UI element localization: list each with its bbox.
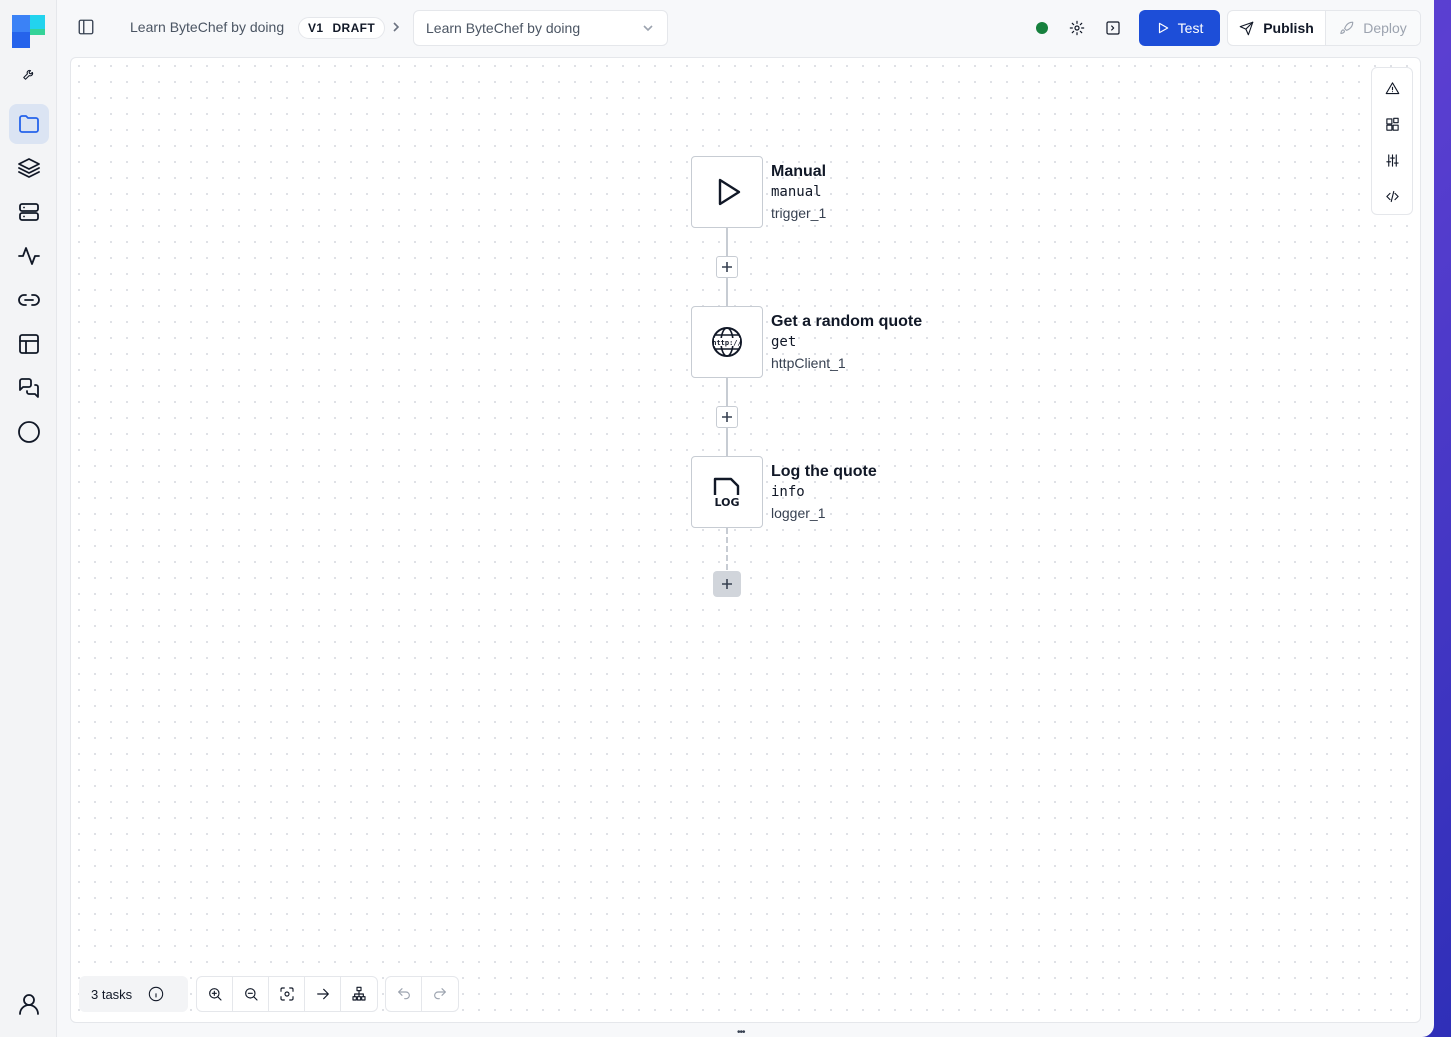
node-label: Log the quote info logger_1: [771, 462, 877, 524]
edge-line: [726, 278, 728, 307]
info-icon: [148, 986, 164, 1002]
plus-icon: [722, 412, 732, 422]
tasks-label: 3 tasks: [91, 986, 133, 1002]
node-id: logger_1: [771, 505, 826, 521]
workflow-node-http[interactable]: http://: [691, 306, 763, 378]
zoom-toolbar: [196, 976, 378, 1012]
node-operation: info: [771, 484, 805, 500]
status-label: DRAFT: [332, 21, 376, 35]
toggle-sidebar-icon[interactable]: [77, 18, 97, 38]
workflow-node-logger[interactable]: LOG: [691, 456, 763, 528]
left-nav-rail: [0, 0, 57, 1037]
chevron-right-icon: [390, 20, 402, 34]
tasks-counter[interactable]: 3 tasks: [79, 976, 188, 1012]
layers-icon[interactable]: [9, 148, 49, 188]
edge-line: [726, 428, 728, 457]
bytechef-logo[interactable]: [12, 15, 45, 48]
node-id: httpClient_1: [771, 355, 846, 371]
wrench-icon[interactable]: [9, 54, 49, 94]
canvas-side-toolbar: [1371, 67, 1413, 215]
terminal-panel-icon[interactable]: [1103, 18, 1123, 38]
test-button[interactable]: Test: [1139, 10, 1220, 46]
fit-view-icon[interactable]: [269, 977, 305, 1011]
play-icon: [1158, 22, 1168, 34]
breadcrumb-project[interactable]: Learn ByteChef by doing: [130, 19, 284, 35]
play-icon: [718, 178, 741, 206]
workflow-select-value: Learn ByteChef by doing: [426, 20, 581, 36]
folder-icon[interactable]: [9, 104, 49, 144]
table-icon[interactable]: [9, 324, 49, 364]
rocket-icon: [1340, 21, 1354, 34]
add-node-button[interactable]: [716, 256, 738, 278]
sliders-icon[interactable]: [1382, 150, 1402, 170]
node-label: Manual manual trigger_1: [771, 162, 826, 224]
user-icon[interactable]: [9, 984, 49, 1024]
node-id: trigger_1: [771, 205, 827, 221]
chevron-down-icon: [643, 25, 653, 32]
history-toolbar: [385, 976, 459, 1012]
zoom-out-icon[interactable]: [233, 977, 269, 1011]
undo-icon[interactable]: [386, 977, 422, 1011]
deploy-label: Deploy: [1363, 20, 1407, 36]
http-globe-icon: http://: [712, 327, 742, 357]
publish-deploy-group: Publish Deploy: [1227, 10, 1421, 46]
redo-icon[interactable]: [422, 977, 458, 1011]
node-title: Log the quote: [771, 463, 877, 480]
publish-button[interactable]: Publish: [1228, 11, 1326, 45]
components-icon[interactable]: [1382, 114, 1402, 134]
zoom-in-icon[interactable]: [197, 977, 233, 1011]
app-window: Learn ByteChef by doing V1 DRAFT Learn B…: [0, 0, 1434, 1037]
log-file-icon: LOG: [713, 477, 740, 509]
arrow-right-icon[interactable]: [305, 977, 341, 1011]
version-badge: V1 DRAFT: [298, 17, 386, 39]
deploy-button[interactable]: Deploy: [1326, 11, 1420, 45]
workflow-canvas[interactable]: Manual manual trigger_1 http:// Get a ra…: [70, 57, 1421, 1023]
warning-icon[interactable]: [1382, 78, 1402, 98]
workflow-node-trigger[interactable]: [691, 156, 763, 228]
status-indicator: [1036, 22, 1048, 34]
workflow-select[interactable]: Learn ByteChef by doing: [413, 10, 668, 46]
circle-icon[interactable]: [9, 412, 49, 452]
add-final-node-button[interactable]: [713, 571, 741, 597]
plus-icon: [722, 262, 732, 272]
add-node-button[interactable]: [716, 406, 738, 428]
svg-text:http://: http://: [712, 339, 742, 347]
version-label: V1: [308, 21, 324, 35]
panel-resize-handle[interactable]: •••: [737, 1028, 752, 1037]
server-icon[interactable]: [9, 192, 49, 232]
layout-icon[interactable]: [341, 977, 377, 1011]
test-label: Test: [1177, 20, 1204, 36]
plus-icon: [722, 579, 732, 589]
node-operation: manual: [771, 184, 822, 200]
node-operation: get: [771, 334, 797, 350]
edge-line: [726, 378, 728, 406]
link-icon[interactable]: [9, 280, 49, 320]
chat-icon[interactable]: [9, 368, 49, 408]
code-icon[interactable]: [1382, 186, 1402, 206]
top-header: Learn ByteChef by doing V1 DRAFT Learn B…: [57, 0, 1434, 56]
node-title: Manual: [771, 163, 827, 180]
gear-icon[interactable]: [1067, 18, 1087, 38]
svg-text:LOG: LOG: [715, 496, 740, 509]
edge-dashed-line: [726, 528, 728, 570]
activity-icon[interactable]: [9, 236, 49, 276]
node-label: Get a random quote get httpClient_1: [771, 312, 922, 374]
publish-label: Publish: [1263, 20, 1314, 36]
send-icon: [1239, 21, 1254, 35]
edge-line: [726, 228, 728, 256]
node-title: Get a random quote: [771, 313, 923, 330]
